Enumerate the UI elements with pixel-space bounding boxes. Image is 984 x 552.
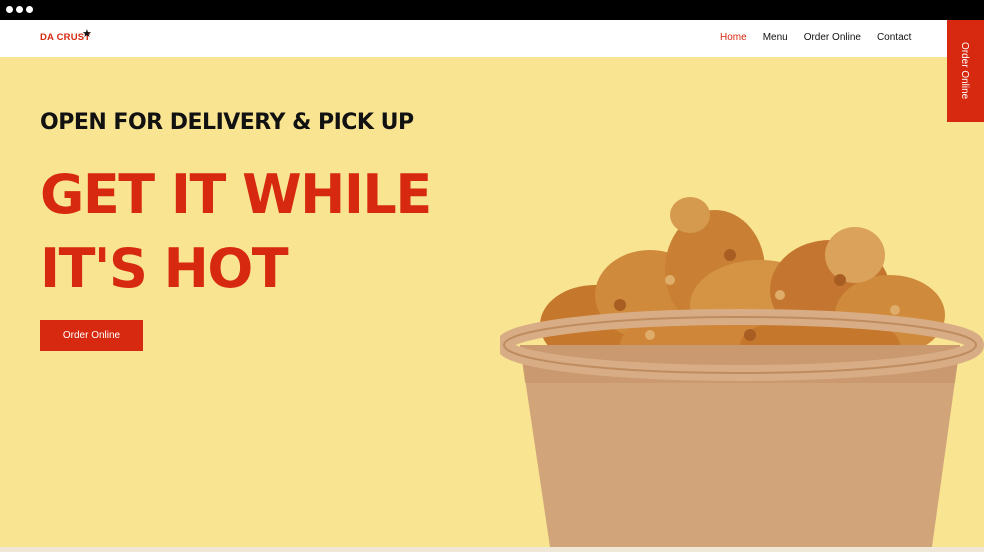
paper-bucket	[500, 309, 984, 547]
hero-eyebrow: OPEN FOR DELIVERY & PICK UP	[40, 110, 414, 135]
page-bottom-edge	[0, 547, 984, 552]
hero-headline: GET IT WHILE IT'S HOT	[40, 158, 432, 306]
main-nav: Home Menu Order Online Contact	[720, 32, 911, 43]
site-header: DA CRUST ★ Home Menu Order Online Contac…	[0, 20, 984, 57]
star-icon: ★	[82, 28, 92, 40]
browser-titlebar	[0, 0, 984, 20]
headline-line-2: IT'S HOT	[40, 237, 289, 300]
nav-item-contact[interactable]: Contact	[877, 32, 911, 43]
window-controls	[6, 6, 33, 13]
window-dot-icon[interactable]	[6, 6, 13, 13]
headline-line-1: GET IT WHILE	[40, 163, 432, 226]
window-dot-icon[interactable]	[16, 6, 23, 13]
order-online-button[interactable]: Order Online	[40, 320, 143, 351]
nav-item-order-online[interactable]: Order Online	[804, 32, 861, 43]
nav-item-menu[interactable]: Menu	[763, 32, 788, 43]
fried-chicken-bucket-image	[500, 197, 984, 547]
nav-item-home[interactable]: Home	[720, 32, 747, 43]
side-tab-label: Order Online	[959, 42, 970, 100]
side-order-online-tab[interactable]: Order Online	[947, 20, 984, 122]
window-dot-icon[interactable]	[26, 6, 33, 13]
